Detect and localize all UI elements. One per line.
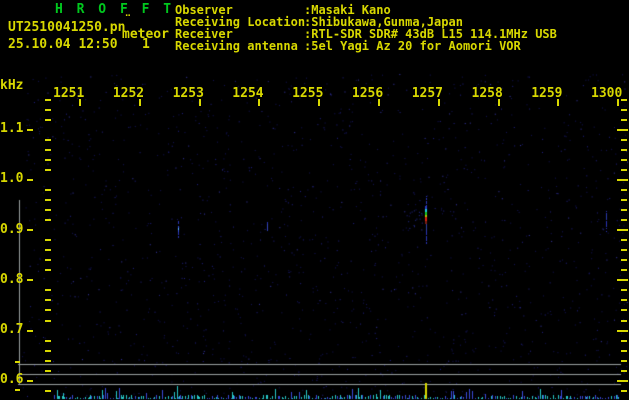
freq-label: 0.6	[0, 372, 24, 388]
freq-tick-minor-right	[621, 389, 627, 392]
freq-tick-major-right	[617, 178, 628, 181]
strip-tick	[15, 389, 20, 391]
freq-tick-major	[27, 128, 33, 131]
output-filename: UT2510041250.pn	[8, 20, 126, 35]
freq-tick-minor-right	[621, 168, 627, 171]
time-tick	[377, 99, 380, 106]
freq-tick-minor	[45, 259, 51, 262]
time-tick	[318, 99, 321, 106]
freq-tick-minor-right	[621, 138, 627, 141]
freq-tick-major	[27, 329, 33, 332]
freq-tick-minor	[45, 359, 51, 362]
freq-tick-minor-right	[621, 269, 627, 272]
freq-tick-major-right	[617, 128, 628, 131]
freq-tick-minor-right	[621, 359, 627, 362]
freq-tick-major-right	[617, 329, 628, 332]
freq-tick-minor	[45, 389, 51, 392]
freq-tick-minor-right	[621, 299, 627, 302]
freq-label: 0.8	[0, 271, 24, 287]
freq-tick-minor	[45, 289, 51, 292]
freq-tick-minor	[45, 98, 51, 101]
freq-tick-minor-right	[621, 199, 627, 201]
time-tick	[79, 99, 81, 106]
freq-tick-minor	[45, 319, 51, 322]
echo-counter: 1	[142, 37, 150, 52]
time-tick	[437, 99, 440, 106]
freq-tick-minor	[45, 269, 51, 272]
freq-tick-minor	[45, 209, 51, 211]
freq-tick-minor	[45, 189, 51, 191]
info-label-antenna: Receiving antenna	[175, 39, 298, 53]
freq-tick-minor-right	[621, 108, 627, 111]
freq-tick-minor-right	[621, 259, 627, 262]
freq-tick-minor	[45, 339, 51, 342]
freq-tick-major-right	[617, 379, 628, 382]
time-tick	[258, 99, 261, 106]
freq-tick-minor-right	[621, 249, 627, 252]
freq-tick-minor	[45, 108, 51, 111]
freq-tick-minor	[45, 138, 51, 141]
freq-tick-minor	[45, 249, 51, 252]
freq-tick-minor-right	[621, 369, 627, 372]
freq-tick-major-right	[617, 279, 628, 282]
freq-tick-minor	[45, 148, 51, 151]
freq-label: 0.9	[0, 221, 24, 237]
freq-tick-minor	[45, 168, 51, 171]
freq-tick-minor-right	[621, 148, 627, 151]
freq-tick-major	[27, 229, 33, 232]
datetime-label: 25.10.04 12:50	[8, 37, 118, 52]
freq-tick-minor-right	[621, 219, 627, 222]
freq-tick-minor	[45, 369, 51, 372]
freq-tick-major-right	[617, 229, 628, 232]
freq-tick-minor	[45, 199, 51, 201]
freq-tick-major	[27, 379, 33, 382]
freq-tick-major	[27, 279, 33, 282]
freq-tick-minor-right	[621, 309, 627, 312]
freq-tick-minor-right	[621, 158, 627, 161]
freq-tick-minor	[45, 309, 51, 312]
freq-tick-minor-right	[621, 239, 627, 242]
freq-label: 0.7	[0, 322, 24, 337]
freq-unit-label: kHz	[0, 78, 24, 93]
freq-tick-minor-right	[621, 339, 627, 342]
freq-tick-minor	[45, 239, 51, 242]
freq-tick-minor-right	[621, 118, 627, 121]
time-tick	[138, 99, 141, 106]
time-tick	[497, 99, 500, 106]
freq-tick-major	[27, 178, 33, 181]
freq-tick-minor	[45, 219, 51, 222]
strip-tick	[15, 361, 20, 363]
hrofft-screen: H R O F F T UT2510041250.pn ¨ meteor 25.…	[0, 0, 629, 400]
freq-tick-minor	[45, 158, 51, 161]
freq-tick-minor-right	[621, 209, 627, 211]
time-tick	[557, 99, 560, 106]
freq-tick-minor-right	[621, 319, 627, 322]
freq-tick-minor	[45, 118, 51, 121]
freq-tick-minor-right	[621, 349, 627, 352]
freq-tick-minor-right	[621, 189, 627, 191]
app-title: H R O F F T	[55, 2, 175, 17]
freq-tick-minor	[45, 299, 51, 302]
time-tick	[198, 99, 201, 106]
freq-tick-minor-right	[621, 289, 627, 292]
freq-tick-minor	[45, 349, 51, 352]
spectrogram-canvas	[0, 0, 629, 400]
freq-tick-minor-right	[621, 98, 627, 101]
freq-label: 1.1	[0, 121, 24, 137]
time-tick	[617, 99, 619, 106]
freq-label: 1.0	[0, 171, 24, 187]
info-value-antenna: :5el Yagi Az 20 for Aomori VOR	[304, 39, 521, 53]
